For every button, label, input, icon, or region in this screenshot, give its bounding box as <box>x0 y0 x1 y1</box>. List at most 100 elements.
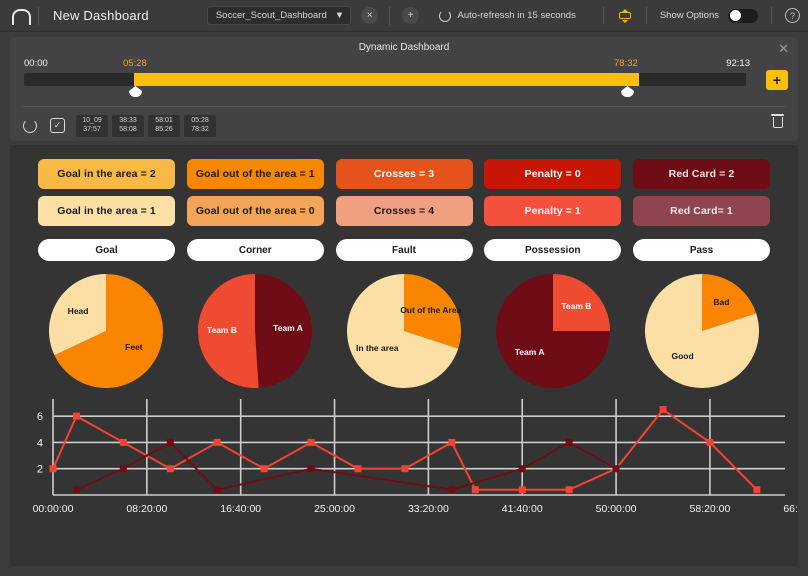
timeline-min-label: 00:00 <box>24 58 48 69</box>
kpi-label: Crosses = 3 <box>374 168 434 180</box>
dashboard-tab-select[interactable]: Soccer_Scout_Dashboard ▼ <box>207 6 351 25</box>
check-box-icon[interactable]: ✓ <box>50 118 65 133</box>
data-point-marker[interactable] <box>566 439 573 446</box>
kpi-card[interactable]: Penalty = 1 <box>484 196 621 226</box>
kpi-card[interactable]: Penalty = 0 <box>484 159 621 189</box>
data-point-marker[interactable] <box>401 465 408 472</box>
x-axis-tick-label: 41:40:00 <box>502 503 543 515</box>
kpi-card[interactable]: Red Card= 1 <box>633 196 770 226</box>
kpi-card[interactable]: Red Card = 2 <box>633 159 770 189</box>
pie-chart-goal: FeetHead <box>36 271 176 391</box>
close-tab-button[interactable]: × <box>361 7 378 24</box>
data-point-marker[interactable] <box>448 486 455 493</box>
kpi-label: Crosses = 4 <box>374 205 434 217</box>
auto-refresh-status: Auto-refressh in 15 seconds <box>458 10 576 21</box>
data-point-marker[interactable] <box>519 486 526 493</box>
data-point-marker[interactable] <box>519 465 526 472</box>
show-options-toggle[interactable] <box>728 9 758 23</box>
data-point-marker[interactable] <box>120 439 127 446</box>
kpi-label: Goal in the area = 1 <box>57 205 156 217</box>
kpi-card[interactable]: Goal out of the area = 1 <box>187 159 324 189</box>
range-chip[interactable]: 10_09 37:57 <box>76 115 108 137</box>
kpi-row-primary: Goal in the area = 2 Goal out of the are… <box>10 145 798 189</box>
dashboard-content: Goal in the area = 2 Goal out of the are… <box>10 145 798 566</box>
pie-chart-corner: Team ATeam B <box>185 271 325 391</box>
show-options-label: Show Options <box>660 10 719 21</box>
timeline-handle-end[interactable] <box>621 86 634 97</box>
kpi-card[interactable]: Goal in the area = 1 <box>38 196 175 226</box>
x-axis-tick-label: 08:20:00 <box>126 503 167 515</box>
range-chip[interactable]: 05:28 78:32 <box>184 115 216 137</box>
timeline-selected-range <box>134 73 639 86</box>
range-chip-top: 10_09 <box>80 117 104 126</box>
kpi-card[interactable]: Crosses = 4 <box>336 196 473 226</box>
data-point-marker[interactable] <box>308 465 315 472</box>
data-point-marker[interactable] <box>73 413 80 420</box>
data-point-marker[interactable] <box>566 486 573 493</box>
data-point-marker[interactable] <box>753 486 760 493</box>
data-point-marker[interactable] <box>308 439 315 446</box>
category-button-goal[interactable]: Goal <box>38 239 175 261</box>
kpi-label: Goal out of the area = 0 <box>196 205 315 217</box>
data-point-marker[interactable] <box>660 406 667 413</box>
x-axis-tick-label: 58:20:00 <box>689 503 730 515</box>
data-point-marker[interactable] <box>355 465 362 472</box>
x-axis-tick-label: 33:20:00 <box>408 503 449 515</box>
divider <box>603 7 604 24</box>
range-chip-top: 38:33 <box>116 117 140 126</box>
refresh-spinner-icon[interactable] <box>439 10 451 22</box>
kpi-label: Goal out of the area = 1 <box>196 168 315 180</box>
range-chip[interactable]: 38:33 58:08 <box>112 115 144 137</box>
timeline-slider-track[interactable] <box>24 73 746 86</box>
data-point-marker[interactable] <box>214 439 221 446</box>
kpi-label: Red Card = 2 <box>669 168 735 180</box>
add-range-button[interactable]: + <box>766 70 788 90</box>
close-icon[interactable]: ✕ <box>778 42 789 55</box>
data-point-marker[interactable] <box>120 465 127 472</box>
timeline-handle-start[interactable] <box>129 86 142 97</box>
panel-title: Dynamic Dashboard <box>10 42 798 53</box>
range-chip-bottom: 58:08 <box>116 126 140 135</box>
data-point-marker[interactable] <box>706 439 713 446</box>
data-point-marker[interactable] <box>167 439 174 446</box>
data-point-marker[interactable] <box>613 465 620 472</box>
category-button-fault[interactable]: Fault <box>336 239 473 261</box>
y-axis-tick-label: 2 <box>37 464 43 476</box>
trash-icon[interactable] <box>771 114 784 129</box>
category-button-possession[interactable]: Possession <box>484 239 621 261</box>
timeline-end-value: 78:32 <box>614 58 638 69</box>
kpi-card[interactable]: Goal out of the area = 0 <box>187 196 324 226</box>
add-tab-button[interactable]: + <box>402 7 419 24</box>
app-logo[interactable] <box>0 8 38 23</box>
data-point-marker[interactable] <box>261 465 268 472</box>
range-chip[interactable]: 58:01 85:26 <box>148 115 180 137</box>
y-axis-tick-label: 4 <box>37 437 43 449</box>
data-point-marker[interactable] <box>73 486 80 493</box>
divider <box>389 7 390 25</box>
kpi-card[interactable]: Crosses = 3 <box>336 159 473 189</box>
data-point-marker[interactable] <box>50 465 57 472</box>
y-axis-tick-label: 6 <box>37 411 43 423</box>
category-button-pass[interactable]: Pass <box>633 239 770 261</box>
refresh-icon[interactable] <box>23 119 37 133</box>
timeline-start-value: 05:28 <box>123 58 147 69</box>
data-point-marker[interactable] <box>472 486 479 493</box>
divider <box>646 7 647 24</box>
x-axis-tick-label: 00:00:00 <box>33 503 74 515</box>
layout-resize-icon[interactable] <box>617 9 633 23</box>
kpi-label: Goal in the area = 2 <box>57 168 156 180</box>
data-point-marker[interactable] <box>214 486 221 493</box>
data-point-marker[interactable] <box>448 439 455 446</box>
x-axis-tick-label: 16:40:00 <box>220 503 261 515</box>
pie-slice <box>255 274 312 388</box>
x-axis-tick-label: 25:00:00 <box>314 503 355 515</box>
pie-chart-row: FeetHead Team ATeam B Out of the AreaIn … <box>10 261 798 391</box>
category-button-corner[interactable]: Corner <box>187 239 324 261</box>
kpi-card[interactable]: Goal in the area = 2 <box>38 159 175 189</box>
saved-ranges-row: ✓ 10_09 37:57 38:33 58:08 58:01 85:26 05… <box>23 115 220 137</box>
x-axis-tick-label: 50:00:00 <box>596 503 637 515</box>
range-chip-bottom: 78:32 <box>188 126 212 135</box>
data-point-marker[interactable] <box>167 465 174 472</box>
help-icon[interactable]: ? <box>785 8 800 23</box>
arch-logo-icon <box>12 8 27 23</box>
